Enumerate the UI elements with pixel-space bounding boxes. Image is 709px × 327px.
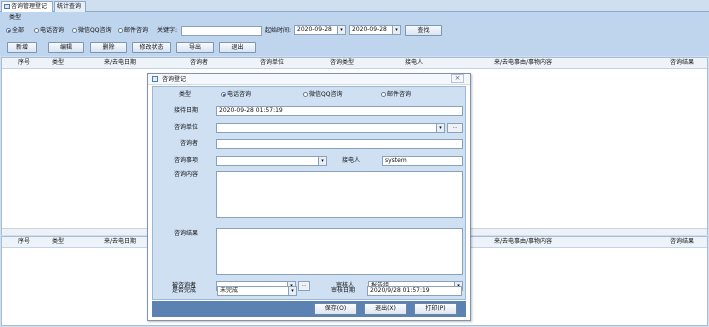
print-button[interactable]: 打印(P) [414,303,457,315]
start-date-picker[interactable]: 2020-09-28 ▾ [294,25,346,35]
col-result[interactable]: 咨询结果 [670,238,694,246]
col-consultant[interactable]: 咨询者 [190,59,208,67]
radio-phone[interactable]: 电话咨询 [34,27,64,35]
type-label: 类型 [9,14,22,21]
search-button[interactable]: 查找 [405,25,442,36]
save-button[interactable]: 保存(O) [314,303,357,315]
reception-date-field[interactable]: 2020-09-28 01:57:19 [216,106,463,116]
review-date-field[interactable]: 2020/9/28 01:57:19 [367,286,462,296]
app-icon [152,75,158,83]
keyword-label: 关键字: [157,27,178,34]
receiver-field[interactable]: system [382,156,463,166]
end-date-value: 2020-09-28 [352,26,387,33]
consultant-label: 咨询者 [180,140,199,147]
exit-button[interactable]: 退出(X) [364,303,407,315]
tab-label: 统计查询 [57,3,82,10]
unit-label: 咨询单位 [174,124,199,131]
dropdown-arrow-icon[interactable]: ▾ [318,157,326,165]
document-icon [4,4,10,9]
content-textarea[interactable] [216,171,463,218]
col-call-date[interactable]: 来/去电日期 [104,59,136,67]
completed-value: 未完成 [220,287,239,294]
result-textarea[interactable] [216,228,463,275]
consultant-field[interactable] [216,139,463,149]
radio-icon [303,92,308,97]
radio-icon [221,92,226,97]
col-receiver[interactable]: 接电人 [405,59,423,67]
radio-wechat-qq[interactable]: 微信QQ咨询 [72,27,111,35]
col-call-date[interactable]: 来/去电日期 [104,238,136,246]
radio-label: 全部 [12,27,25,34]
start-time-label: 起始时间: [265,27,292,34]
dialog-title: 咨询登记 [162,76,187,83]
dropdown-arrow-icon[interactable]: ▾ [436,124,444,132]
delete-button[interactable]: 删除 [90,42,127,53]
radio-label: 微信QQ咨询 [309,91,343,98]
end-date-picker[interactable]: 2020-09-28 ▾ [349,25,401,35]
export-button[interactable]: 导出 [176,42,214,53]
dialog-footer: 保存(O) 退出(X) 打印(P) [152,301,466,317]
radio-phone[interactable]: 电话咨询 [221,91,251,99]
radio-all[interactable]: 全部 [6,27,24,35]
col-consult-type[interactable]: 咨询类型 [330,59,354,67]
matter-select[interactable]: ▾ [216,156,327,166]
radio-email[interactable]: 邮件咨询 [381,91,411,99]
add-button[interactable]: 新增 [7,42,37,53]
dialog-form: 类型 电话咨询 微信QQ咨询 邮件咨询 接待日期 2020-09-28 01:5… [152,86,466,300]
tab-statistics[interactable]: 统计查询 [54,1,86,12]
dropdown-arrow-icon[interactable]: ▾ [288,287,296,295]
unit-browse-button[interactable]: ... [447,123,463,133]
radio-email[interactable]: 邮件咨询 [118,27,148,35]
review-date-label: 审核日期 [331,287,356,294]
exit-button[interactable]: 退出 [219,42,256,53]
dropdown-arrow-icon[interactable]: ▾ [337,26,345,34]
radio-label: 微信QQ咨询 [78,27,112,34]
col-content[interactable]: 来/去电事由/事物内容 [494,59,552,67]
modify-status-button[interactable]: 修改状态 [132,42,171,53]
edit-button[interactable]: 编辑 [48,42,84,53]
col-unit[interactable]: 咨询单位 [260,59,284,67]
close-icon[interactable]: × [451,74,464,83]
result-label: 咨询结果 [174,230,199,237]
radio-icon [72,28,77,33]
grid-header: 序号 类型 来/去电日期 咨询者 咨询单位 咨询类型 接电人 来/去电事由/事物… [2,58,707,69]
col-type[interactable]: 类型 [52,238,64,246]
unit-select[interactable]: ▾ [216,123,445,133]
receiver-label: 接电人 [342,157,361,164]
col-index[interactable]: 序号 [18,59,30,67]
radio-label: 电话咨询 [40,27,65,34]
completed-label: 是否完成 [172,287,197,294]
dropdown-arrow-icon[interactable]: ▾ [392,26,400,34]
radio-icon [381,92,386,97]
radio-label: 邮件咨询 [124,27,149,34]
content-label: 咨询内容 [174,171,199,178]
radio-wechat-qq[interactable]: 微信QQ咨询 [303,91,342,99]
col-index[interactable]: 序号 [18,238,30,246]
consulted-browse-button[interactable]: ... [298,281,310,291]
radio-icon [34,28,39,33]
tab-label: 咨询管理登记 [11,3,48,10]
col-result[interactable]: 咨询结果 [670,59,694,67]
reception-date-label: 接待日期 [174,107,199,114]
filter-panel: 类型 全部 电话咨询 微信QQ咨询 邮件咨询 关键字: 起始时间: 2020-0… [0,12,709,56]
tab-strip: 咨询管理登记 统计查询 [0,0,709,13]
matter-label: 咨询事项 [174,157,199,164]
col-type[interactable]: 类型 [52,59,64,67]
type-label: 类型 [179,91,192,98]
completed-select[interactable]: 未完成 ▾ [217,286,297,296]
dialog-titlebar: 咨询登记 × [148,74,470,85]
consult-registration-dialog: 咨询登记 × 类型 电话咨询 微信QQ咨询 邮件咨询 接待日期 2020-09-… [147,73,471,321]
radio-icon [118,28,123,33]
keyword-input[interactable] [181,26,262,36]
col-content[interactable]: 来/去电事由/事物内容 [494,238,552,246]
radio-label: 电话咨询 [227,91,252,98]
radio-icon [6,28,11,33]
start-date-value: 2020-09-28 [297,26,332,33]
radio-label: 邮件咨询 [387,91,412,98]
